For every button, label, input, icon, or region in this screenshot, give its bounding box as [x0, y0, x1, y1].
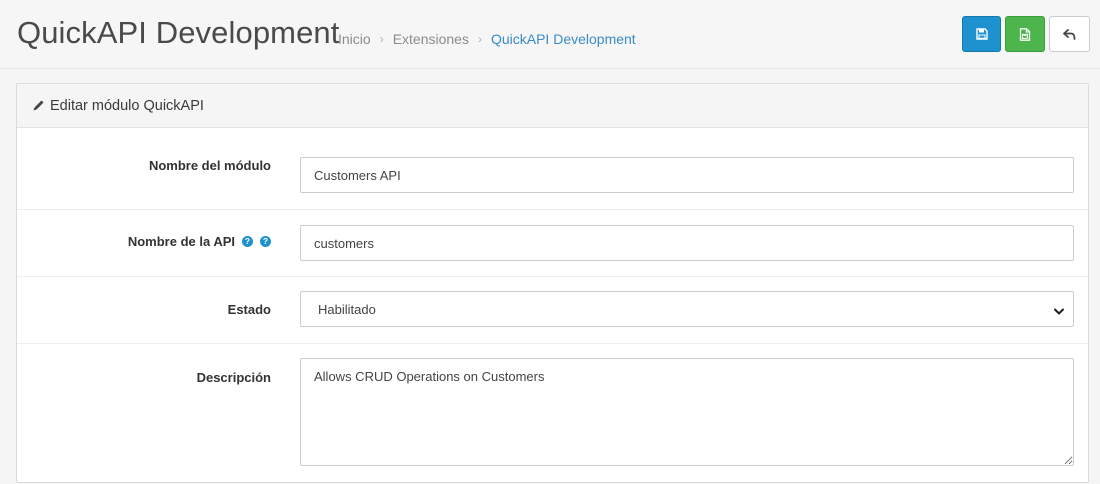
breadcrumb-extensions[interactable]: Extensiones — [393, 29, 469, 49]
form-row-status: Estado Habilitado — [17, 277, 1088, 344]
panel-heading: Editar módulo QuickAPI — [17, 84, 1088, 128]
save-button[interactable] — [962, 16, 1001, 52]
save-icon — [975, 28, 988, 40]
form-row-module-name: Nombre del módulo Customers API — [17, 128, 1088, 210]
api-name-input[interactable]: customers — [300, 225, 1074, 261]
save-and-stay-icon — [1019, 27, 1031, 41]
description-textarea[interactable]: Allows CRUD Operations on Customers — [300, 358, 1074, 466]
page-header: QuickAPI Development Inicio › Extensione… — [0, 0, 1100, 69]
api-name-label: Nombre de la API — [127, 234, 235, 249]
status-selected-value: Habilitado — [318, 301, 376, 317]
page-title: QuickAPI Development — [17, 15, 340, 50]
back-arrow-icon — [1063, 28, 1076, 40]
module-name-label: Nombre del módulo — [148, 158, 271, 173]
breadcrumb-home[interactable]: Inicio — [338, 29, 371, 49]
form-row-api-name: Nombre de la API ? ? customers — [17, 210, 1088, 277]
edit-module-panel: Editar módulo QuickAPI Nombre del módulo… — [16, 83, 1089, 483]
chevron-down-icon — [1054, 304, 1064, 319]
status-select[interactable]: Habilitado — [300, 291, 1074, 327]
breadcrumb: Inicio › Extensiones › QuickAPI Developm… — [338, 29, 636, 49]
panel-title: Editar módulo QuickAPI — [50, 97, 204, 114]
save-and-stay-button[interactable] — [1005, 16, 1045, 52]
module-name-input[interactable]: Customers API — [300, 157, 1074, 193]
toolbar — [962, 16, 1090, 52]
breadcrumb-separator: › — [379, 32, 384, 46]
form-row-description: Descripción Allows CRUD Operations on Cu… — [17, 344, 1088, 484]
status-label: Estado — [227, 302, 271, 317]
help-icon[interactable]: ? — [260, 236, 271, 247]
help-icon[interactable]: ? — [242, 236, 253, 247]
breadcrumb-current[interactable]: QuickAPI Development — [491, 29, 636, 49]
pencil-icon — [32, 99, 45, 112]
description-label: Descripción — [196, 370, 271, 385]
api-name-label-group: Nombre de la API ? ? — [128, 234, 271, 249]
back-button[interactable] — [1049, 16, 1090, 52]
breadcrumb-separator: › — [477, 32, 482, 46]
